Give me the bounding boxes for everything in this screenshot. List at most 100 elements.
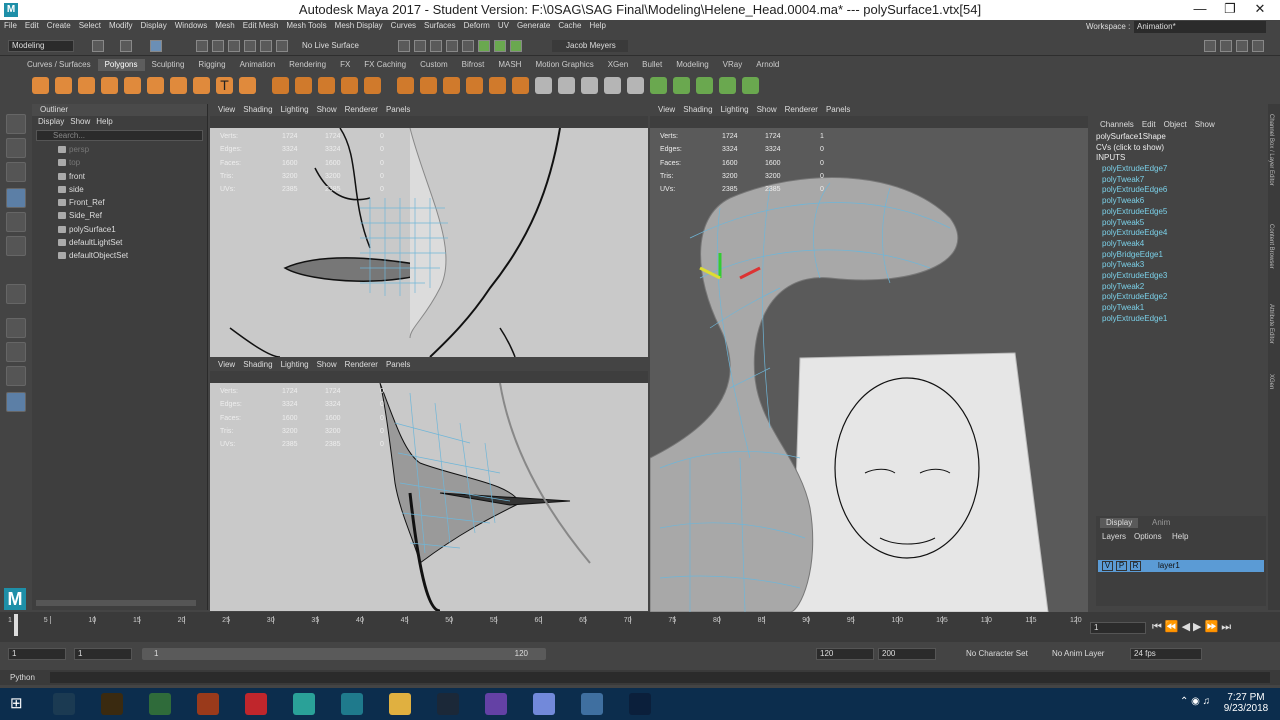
command-line[interactable]: Python [0, 670, 1280, 685]
viewport-perspective[interactable]: View Shading Lighting Show Renderer Panels Ve… [650, 104, 1088, 612]
input-node[interactable]: polyTweak6 [1092, 196, 1270, 207]
combine-icon[interactable] [272, 77, 289, 94]
separate-icon[interactable] [295, 77, 312, 94]
poly-transform-icon[interactable] [742, 77, 759, 94]
fps-dropdown[interactable]: 24 fps [1130, 648, 1202, 660]
input-node[interactable]: polyExtrudeEdge1 [1092, 314, 1270, 325]
shelf-tab-sculpting[interactable]: Sculpting [145, 59, 192, 71]
paint-select-icon[interactable] [6, 162, 26, 182]
poly-platonic-icon[interactable] [193, 77, 210, 94]
layout-four-icon[interactable] [1236, 40, 1248, 52]
close-button[interactable]: ✕ [1244, 0, 1276, 20]
account-menu[interactable]: Jacob Meyers [552, 40, 628, 52]
menu-generate[interactable]: Generate [517, 20, 550, 32]
menu-edit[interactable]: Edit [25, 20, 39, 32]
render-frame-icon[interactable] [398, 40, 410, 52]
league-taskbar-button[interactable] [42, 688, 86, 720]
four-layout-icon[interactable] [6, 342, 26, 362]
shelf-tab-curves-surfaces[interactable]: Curves / Surfaces [20, 59, 98, 71]
playback-end-field[interactable]: 120 [816, 648, 874, 660]
chrome-taskbar-button[interactable] [138, 688, 182, 720]
vp3-menu-view[interactable]: View [658, 104, 675, 116]
firefox-taskbar-button[interactable] [186, 688, 230, 720]
layer-menu-options[interactable]: Options [1134, 532, 1162, 541]
input-node[interactable]: polyExtrudeEdge4 [1092, 228, 1270, 239]
channel-menu-object[interactable]: Object [1164, 118, 1187, 132]
menu-help[interactable]: Help [589, 20, 605, 32]
outliner-item-front[interactable]: front [32, 170, 207, 183]
input-node[interactable]: polyExtrudeEdge5 [1092, 207, 1270, 218]
playback-start-field[interactable]: 1 [74, 648, 132, 660]
layer-row-layer1[interactable]: V P R layer1 [1098, 560, 1264, 572]
human-ik-icon[interactable] [494, 40, 506, 52]
target-weld-icon[interactable] [696, 77, 713, 94]
photoshop-taskbar-button[interactable] [618, 688, 662, 720]
snap-magnet-icon[interactable] [276, 40, 288, 52]
wow-taskbar-button[interactable] [90, 688, 134, 720]
vp3-panel-toolbar[interactable] [650, 116, 1088, 128]
playback-controls[interactable]: ⏮⏪◀▶⏩⏭ [1152, 620, 1234, 634]
input-node[interactable]: polyTweak2 [1092, 282, 1270, 293]
layer-name[interactable]: layer1 [1158, 561, 1180, 570]
layer-tab-display[interactable]: Display [1100, 518, 1139, 528]
poly-plane-icon[interactable] [147, 77, 164, 94]
input-node[interactable]: polyTweak1 [1092, 303, 1270, 314]
menu-surfaces[interactable]: Surfaces [424, 20, 456, 32]
outliner-item-defaultobjectset[interactable]: defaultObjectSet [32, 249, 207, 262]
clock[interactable]: 7:27 PM 9/23/2018 [1216, 692, 1276, 714]
side-tab-xgen[interactable]: XGen [1268, 374, 1274, 389]
shelf-tab-mash[interactable]: MASH [491, 59, 528, 71]
anim-layer-dropdown[interactable]: No Anim Layer [1052, 649, 1104, 658]
live-surface-field[interactable]: No Live Surface [302, 41, 359, 50]
snap-point-icon[interactable] [228, 40, 240, 52]
select-object-icon[interactable] [150, 40, 162, 52]
current-frame-field[interactable]: 1 [1090, 622, 1146, 634]
input-node[interactable]: polyTweak3 [1092, 260, 1270, 271]
menu-cache[interactable]: Cache [558, 20, 581, 32]
command-input[interactable] [50, 672, 1270, 683]
vp2-menu-lighting[interactable]: Lighting [281, 359, 309, 371]
input-node[interactable]: polyExtrudeEdge3 [1092, 271, 1270, 282]
cut-uv-icon[interactable] [604, 77, 621, 94]
side-tab-channel-box[interactable]: Channel Box / Layer Editor [1268, 114, 1274, 186]
vp2-menu-renderer[interactable]: Renderer [345, 359, 378, 371]
poly-sphere-icon[interactable] [32, 77, 49, 94]
input-node[interactable]: polyTweak7 [1092, 175, 1270, 186]
select-tool-icon[interactable] [6, 114, 26, 134]
layout-settings-icon[interactable] [1252, 40, 1264, 52]
outliner-item-front-ref[interactable]: Front_Ref [32, 196, 207, 209]
bevel-icon[interactable] [466, 77, 483, 94]
render-settings-icon[interactable] [430, 40, 442, 52]
outliner-search-input[interactable]: Search... [36, 130, 203, 141]
cvs-toggle[interactable]: CVs (click to show) [1092, 143, 1270, 154]
vp2-menu-shading[interactable]: Shading [243, 359, 272, 371]
layer-reference-toggle[interactable]: R [1130, 561, 1141, 571]
outliner-item-defaultlightset[interactable]: defaultLightSet [32, 236, 207, 249]
quad-draw-icon[interactable] [650, 77, 667, 94]
outliner-item-side[interactable]: side [32, 183, 207, 196]
snap-surface-icon[interactable] [260, 40, 272, 52]
tray-icons[interactable]: ⌃ ◉ ♫ [1180, 696, 1210, 707]
vp3-menu-panels[interactable]: Panels [826, 104, 850, 116]
input-node[interactable]: polyTweak5 [1092, 218, 1270, 229]
mirror-icon[interactable] [397, 77, 414, 94]
select-hierarchy-icon[interactable] [120, 40, 132, 52]
menu-curves[interactable]: Curves [391, 20, 416, 32]
workspace-dropdown[interactable]: Animation* [1134, 21, 1266, 33]
side-tab-content-browser[interactable]: Content Browser [1268, 224, 1274, 269]
outliner-item-top[interactable]: top [32, 156, 207, 169]
extrude-icon[interactable] [420, 77, 437, 94]
vp3-menu-lighting[interactable]: Lighting [721, 104, 749, 116]
outliner-item-persp[interactable]: persp [32, 143, 207, 156]
menu-windows[interactable]: Windows [175, 20, 207, 32]
input-node[interactable]: polyExtrudeEdge7 [1092, 164, 1270, 175]
explorer-taskbar-button[interactable] [378, 688, 422, 720]
poly-cylinder-icon[interactable] [78, 77, 95, 94]
menu-create[interactable]: Create [47, 20, 71, 32]
adobe-cc-taskbar-button[interactable] [234, 688, 278, 720]
3dsmax-taskbar-button[interactable] [330, 688, 374, 720]
poly-torus-icon[interactable] [124, 77, 141, 94]
snap-curve-icon[interactable] [212, 40, 224, 52]
side-tab-attribute-editor[interactable]: Attribute Editor [1268, 304, 1274, 344]
current-time-marker[interactable] [14, 614, 18, 636]
